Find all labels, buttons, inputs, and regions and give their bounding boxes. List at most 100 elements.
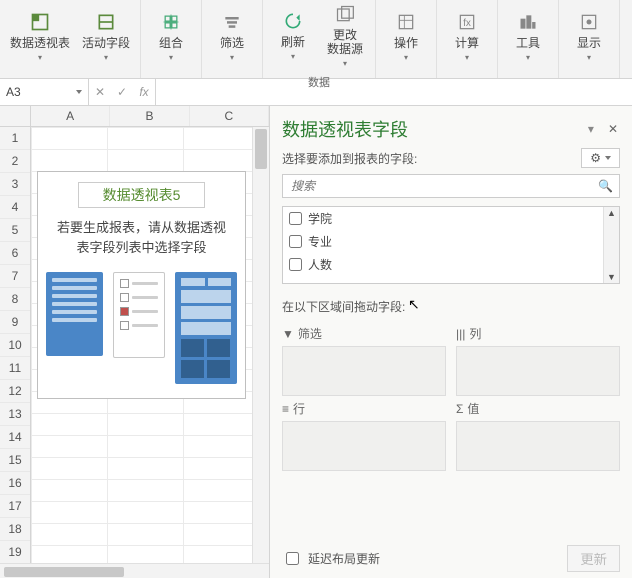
column-header-A[interactable]: A bbox=[31, 106, 110, 126]
row-header-5[interactable]: 5 bbox=[0, 219, 30, 242]
horizontal-scrollbar[interactable] bbox=[0, 563, 269, 578]
row-header-1[interactable]: 1 bbox=[0, 127, 30, 150]
field-label: 专业 bbox=[308, 233, 332, 250]
field-label: 学院 bbox=[308, 210, 332, 227]
cell-grid[interactable]: 数据透视表5 若要生成报表，请从数据透视 表字段列表中选择字段 bbox=[31, 127, 252, 563]
ribbon-icon bbox=[281, 9, 305, 33]
dropdown-arrow-icon: ▾ bbox=[169, 51, 173, 65]
column-header-B[interactable]: B bbox=[110, 106, 189, 126]
drop-zones: ▼筛选 |||列 ≡行 Σ值 bbox=[282, 325, 620, 471]
main-area: ABC 1234567891011121314151617181920 数据透视… bbox=[0, 106, 632, 578]
row-header-18[interactable]: 18 bbox=[0, 518, 30, 541]
field-checkbox[interactable] bbox=[289, 258, 302, 271]
ribbon-icon bbox=[94, 10, 118, 34]
dropdown-arrow-icon: ▾ bbox=[291, 50, 295, 64]
row-header-2[interactable]: 2 bbox=[0, 150, 30, 173]
field-list: 学院专业人数 ▲▼ bbox=[282, 206, 620, 284]
field-item-专业[interactable]: 专业 bbox=[283, 230, 619, 253]
row-header-12[interactable]: 12 bbox=[0, 380, 30, 403]
row-header-8[interactable]: 8 bbox=[0, 288, 30, 311]
select-all-corner[interactable] bbox=[0, 106, 31, 126]
row-header-17[interactable]: 17 bbox=[0, 495, 30, 518]
worksheet-area: ABC 1234567891011121314151617181920 数据透视… bbox=[0, 106, 270, 578]
zone-rows-header: ≡行 bbox=[282, 400, 446, 417]
search-input[interactable] bbox=[289, 178, 598, 194]
field-list-settings-button[interactable]: ⚙ bbox=[581, 148, 620, 168]
close-icon[interactable]: ✕ bbox=[606, 120, 620, 138]
field-search-box[interactable]: 🔍 bbox=[282, 174, 620, 198]
ribbon-icon bbox=[159, 10, 183, 34]
ribbon-筛选[interactable]: 筛选▾ bbox=[206, 8, 258, 67]
sigma-icon: Σ bbox=[456, 402, 463, 416]
pane-title: 数据透视表字段 bbox=[282, 116, 408, 142]
cursor-icon: ↖ bbox=[408, 296, 420, 313]
vertical-scrollbar[interactable] bbox=[252, 127, 269, 563]
mini-fieldlist-icon bbox=[113, 272, 165, 358]
dropdown-arrow-icon: ▾ bbox=[230, 51, 234, 65]
placeholder-illustration bbox=[46, 272, 237, 384]
zone-values-box[interactable] bbox=[456, 421, 620, 471]
update-button[interactable]: 更新 bbox=[567, 545, 620, 572]
fx-icon[interactable]: fx bbox=[133, 85, 155, 99]
rows-icon: ≡ bbox=[282, 402, 289, 416]
name-box[interactable]: A3 bbox=[0, 79, 89, 105]
row-header-13[interactable]: 13 bbox=[0, 403, 30, 426]
field-item-人数[interactable]: 人数 bbox=[283, 253, 619, 276]
row-header-16[interactable]: 16 bbox=[0, 472, 30, 495]
ribbon-icon bbox=[28, 10, 52, 34]
zone-rows-box[interactable] bbox=[282, 421, 446, 471]
placeholder-text: 若要生成报表，请从数据透视 表字段列表中选择字段 bbox=[46, 218, 237, 258]
field-item-学院[interactable]: 学院 bbox=[283, 207, 619, 230]
row-header-15[interactable]: 15 bbox=[0, 449, 30, 472]
row-header-9[interactable]: 9 bbox=[0, 311, 30, 334]
formula-accept-icon[interactable]: ✓ bbox=[111, 85, 133, 99]
pane-dropdown-icon[interactable]: ▾ bbox=[588, 122, 594, 136]
ribbon-更改数据源[interactable]: 更改数据源▾ bbox=[319, 0, 371, 73]
row-header-3[interactable]: 3 bbox=[0, 173, 30, 196]
ribbon-icon bbox=[516, 10, 540, 34]
row-header-6[interactable]: 6 bbox=[0, 242, 30, 265]
column-header-C[interactable]: C bbox=[190, 106, 269, 126]
columns-icon: ||| bbox=[456, 327, 465, 341]
field-checkbox[interactable] bbox=[289, 212, 302, 225]
formula-input[interactable] bbox=[155, 79, 632, 105]
ribbon-icon: fx bbox=[455, 10, 479, 34]
pivot-placeholder: 数据透视表5 若要生成报表，请从数据透视 表字段列表中选择字段 bbox=[37, 171, 246, 399]
mini-zones-icon bbox=[175, 272, 237, 384]
zone-filter-box[interactable] bbox=[282, 346, 446, 396]
dropdown-arrow-icon: ▾ bbox=[404, 51, 408, 65]
row-header-19[interactable]: 19 bbox=[0, 541, 30, 563]
search-icon: 🔍 bbox=[598, 179, 613, 193]
ribbon-计算[interactable]: fx计算▾ bbox=[441, 8, 493, 67]
defer-checkbox-input[interactable] bbox=[286, 552, 299, 565]
ribbon-数据透视表[interactable]: 数据透视表▾ bbox=[4, 8, 76, 67]
field-label: 人数 bbox=[308, 256, 332, 273]
formula-cancel-icon[interactable]: ✕ bbox=[89, 85, 111, 99]
row-header-10[interactable]: 10 bbox=[0, 334, 30, 357]
ribbon-icon bbox=[394, 10, 418, 34]
zone-columns-box[interactable] bbox=[456, 346, 620, 396]
ribbon-显示[interactable]: 显示▾ bbox=[563, 8, 615, 67]
field-checkbox[interactable] bbox=[289, 235, 302, 248]
row-header-11[interactable]: 11 bbox=[0, 357, 30, 380]
zone-values-header: Σ值 bbox=[456, 400, 620, 417]
cell-reference: A3 bbox=[6, 85, 21, 99]
row-header-4[interactable]: 4 bbox=[0, 196, 30, 219]
ribbon-刷新[interactable]: 刷新▾ bbox=[267, 7, 319, 66]
dropdown-arrow-icon: ▾ bbox=[343, 57, 347, 71]
name-box-dropdown-icon[interactable] bbox=[76, 90, 82, 94]
placeholder-title: 数据透视表5 bbox=[78, 182, 206, 208]
ribbon-工具[interactable]: 工具▾ bbox=[502, 8, 554, 67]
ribbon: 数据透视表▾活动字段▾组合▾筛选▾刷新▾更改数据源▾数据操作▾fx计算▾工具▾显… bbox=[0, 0, 632, 79]
field-list-scrollbar[interactable]: ▲▼ bbox=[603, 207, 619, 283]
dropdown-arrow-icon: ▾ bbox=[526, 51, 530, 65]
row-header-7[interactable]: 7 bbox=[0, 265, 30, 288]
dropdown-arrow-icon: ▾ bbox=[38, 51, 42, 65]
ribbon-组合[interactable]: 组合▾ bbox=[145, 8, 197, 67]
ribbon-icon bbox=[577, 10, 601, 34]
ribbon-活动字段[interactable]: 活动字段▾ bbox=[76, 8, 136, 67]
row-header-14[interactable]: 14 bbox=[0, 426, 30, 449]
ribbon-操作[interactable]: 操作▾ bbox=[380, 8, 432, 67]
defer-layout-checkbox[interactable]: 延迟布局更新 bbox=[282, 549, 380, 568]
row-headers: 1234567891011121314151617181920 bbox=[0, 127, 31, 563]
